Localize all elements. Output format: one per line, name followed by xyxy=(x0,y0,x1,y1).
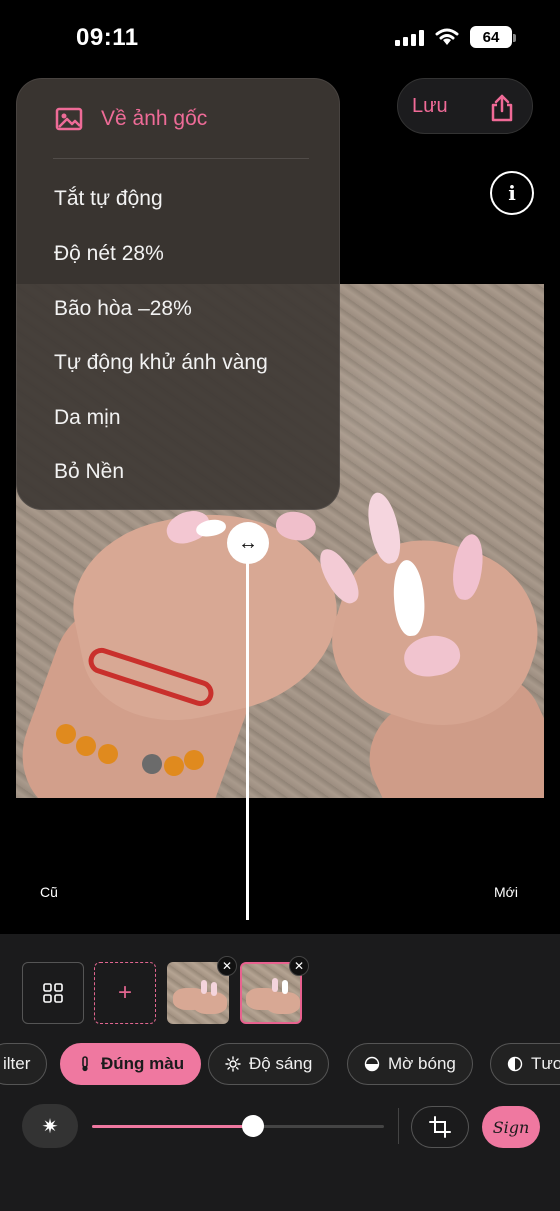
battery-level: 64 xyxy=(482,28,500,46)
photo-bead xyxy=(142,754,162,774)
photo-bead xyxy=(56,724,76,744)
chip-brightness-label: Độ sáng xyxy=(249,1054,313,1073)
thumb-nail xyxy=(272,978,278,992)
thermometer-icon xyxy=(82,1056,88,1072)
image-icon xyxy=(55,107,83,131)
chip-contrast-label: Tươ xyxy=(531,1054,560,1073)
chip-shadow[interactable]: Mờ bóng xyxy=(347,1043,473,1085)
photo-nail xyxy=(362,489,406,567)
grid-view-button[interactable] xyxy=(22,962,84,1024)
chip-shadow-label: Mờ bóng xyxy=(388,1054,456,1073)
contrast-icon xyxy=(507,1056,523,1072)
status-time: 09:11 xyxy=(76,24,139,51)
photo-bead xyxy=(76,736,96,756)
toolbar-divider xyxy=(398,1108,399,1144)
thumb-nail xyxy=(211,982,217,996)
signature-button[interactable]: Sign xyxy=(482,1106,540,1148)
chip-correct-color[interactable]: Đúng màu xyxy=(60,1043,202,1085)
thumb-nail xyxy=(201,980,207,994)
chip-contrast[interactable]: Tươ xyxy=(490,1043,560,1085)
menu-item-saturation[interactable]: Bão hòa –28% xyxy=(54,297,192,321)
menu-item-auto-yellow-removal[interactable]: Tự động khử ánh vàng xyxy=(54,351,268,375)
auto-enhance-button[interactable]: ✷ xyxy=(22,1104,78,1148)
chip-correct-color-label: Đúng màu xyxy=(101,1054,185,1073)
menu-divider xyxy=(53,158,309,159)
slider-fill xyxy=(92,1125,253,1128)
share-icon[interactable] xyxy=(488,93,516,123)
menu-item-remove-background[interactable]: Bỏ Nền xyxy=(54,460,124,484)
photo-bead xyxy=(98,744,118,764)
revert-original-label: Về ảnh gốc xyxy=(101,107,208,130)
compare-handle-icon[interactable]: ↔ xyxy=(227,522,269,564)
photo-bead xyxy=(184,750,204,770)
menu-item-auto-off[interactable]: Tắt tự động xyxy=(54,187,163,211)
save-share-pill[interactable]: Lưu xyxy=(397,78,533,134)
grid-icon xyxy=(43,983,63,1003)
label-old: Cũ xyxy=(40,884,58,900)
remove-thumbnail-icon[interactable]: ✕ xyxy=(289,956,309,976)
slider-thumb[interactable] xyxy=(241,1115,264,1137)
compare-divider[interactable] xyxy=(246,540,249,920)
menu-item-smooth-skin[interactable]: Da mịn xyxy=(54,406,121,430)
crop-icon xyxy=(429,1116,451,1138)
chip-filter[interactable]: ilter xyxy=(0,1043,48,1085)
plus-icon: + xyxy=(117,979,132,1006)
crop-button[interactable] xyxy=(411,1106,469,1148)
revert-original-item[interactable]: Về ảnh gốc xyxy=(55,107,207,131)
sparkle-icon: ✷ xyxy=(41,1115,59,1138)
battery-icon: 64 xyxy=(470,26,516,48)
half-circle-icon xyxy=(364,1056,380,1072)
add-photo-button[interactable]: + xyxy=(94,962,156,1024)
thumb-hand xyxy=(266,992,300,1014)
photo-bead xyxy=(164,756,184,776)
signature-icon: Sign xyxy=(492,1117,530,1137)
intensity-slider[interactable] xyxy=(92,1125,384,1128)
menu-item-sharpness[interactable]: Độ nét 28% xyxy=(54,242,164,266)
info-icon: i xyxy=(508,181,516,205)
chip-filter-label: ilter xyxy=(3,1054,31,1073)
thumb-nail xyxy=(282,980,288,994)
thumb-hand xyxy=(193,992,227,1014)
label-new: Mới xyxy=(494,884,518,900)
cellular-signal-icon xyxy=(395,28,424,46)
chip-brightness[interactable]: Độ sáng xyxy=(208,1043,330,1085)
info-button[interactable]: i xyxy=(490,171,534,215)
remove-thumbnail-icon[interactable]: ✕ xyxy=(217,956,237,976)
sun-icon xyxy=(225,1056,241,1072)
save-button[interactable]: Lưu xyxy=(412,95,448,118)
enhance-menu: Về ảnh gốc Tắt tự động Độ nét 28% Bão hò… xyxy=(16,78,340,510)
status-icons: 64 xyxy=(395,26,516,48)
wifi-icon xyxy=(435,28,459,45)
